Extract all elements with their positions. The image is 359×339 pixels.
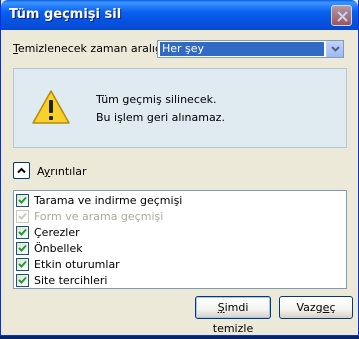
time-range-select[interactable]: Her şey (157, 40, 344, 58)
item-label: Form ve arama geçmişi (34, 210, 164, 223)
time-range-row: Temizlenecek zaman aralığı: Her şey (13, 40, 349, 58)
clear-now-button[interactable]: Şimdi temizle (195, 296, 271, 335)
dropdown-button[interactable] (326, 41, 343, 57)
window-title: Tüm geçmişi sil (9, 7, 122, 22)
details-toggle-button[interactable] (13, 162, 30, 179)
item-label: Site tercihleri (34, 274, 108, 287)
items-list: Tarama ve indirme geçmişi Form ve arama … (13, 190, 347, 289)
item-cache[interactable]: Önbellek (16, 241, 336, 256)
cancel-button[interactable]: Vazgeç (279, 296, 353, 319)
check-icon (18, 212, 27, 220)
item-label: Etkin oturumlar (34, 258, 120, 271)
check-icon (18, 228, 27, 236)
close-icon (337, 11, 348, 22)
item-cookies[interactable]: Çerezler (16, 225, 336, 240)
clear-history-dialog: Tüm geçmişi sil Temizlenecek zaman aralı… (0, 0, 359, 336)
time-range-label: Temizlenecek zaman aralığı: (13, 42, 169, 55)
check-icon (18, 244, 27, 252)
check-icon (18, 196, 27, 204)
warning-panel: Tüm geçmiş silinecek. Bu işlem geri alın… (13, 68, 347, 148)
checkbox[interactable] (16, 226, 29, 239)
chevron-down-icon (331, 46, 340, 52)
item-label: Önbellek (34, 242, 83, 255)
item-browsing-download-history[interactable]: Tarama ve indirme geçmişi (16, 193, 336, 208)
checkbox[interactable] (16, 258, 29, 271)
item-form-search-history[interactable]: Form ve arama geçmişi (16, 209, 336, 224)
check-icon (18, 260, 27, 268)
checkbox[interactable] (16, 242, 29, 255)
chevron-up-icon (17, 167, 26, 174)
warning-text-line-2: Bu işlem geri alınamaz. (96, 111, 225, 124)
check-icon (18, 276, 27, 284)
checkbox[interactable] (16, 194, 29, 207)
time-range-value: Her şey (160, 42, 324, 56)
item-label: Çerezler (34, 226, 80, 239)
item-active-logins[interactable]: Etkin oturumlar (16, 257, 336, 272)
details-label[interactable]: Ayrıntılar (37, 165, 87, 178)
item-label: Tarama ve indirme geçmişi (34, 194, 183, 207)
close-button[interactable] (331, 5, 352, 26)
warning-icon (32, 90, 70, 124)
details-row: Ayrıntılar (13, 162, 213, 180)
checkbox[interactable] (16, 274, 29, 287)
item-site-preferences[interactable]: Site tercihleri (16, 273, 336, 288)
checkbox[interactable] (16, 210, 29, 223)
warning-text-line-1: Tüm geçmiş silinecek. (96, 93, 217, 106)
title-bar[interactable]: Tüm geçmişi sil (1, 0, 358, 30)
